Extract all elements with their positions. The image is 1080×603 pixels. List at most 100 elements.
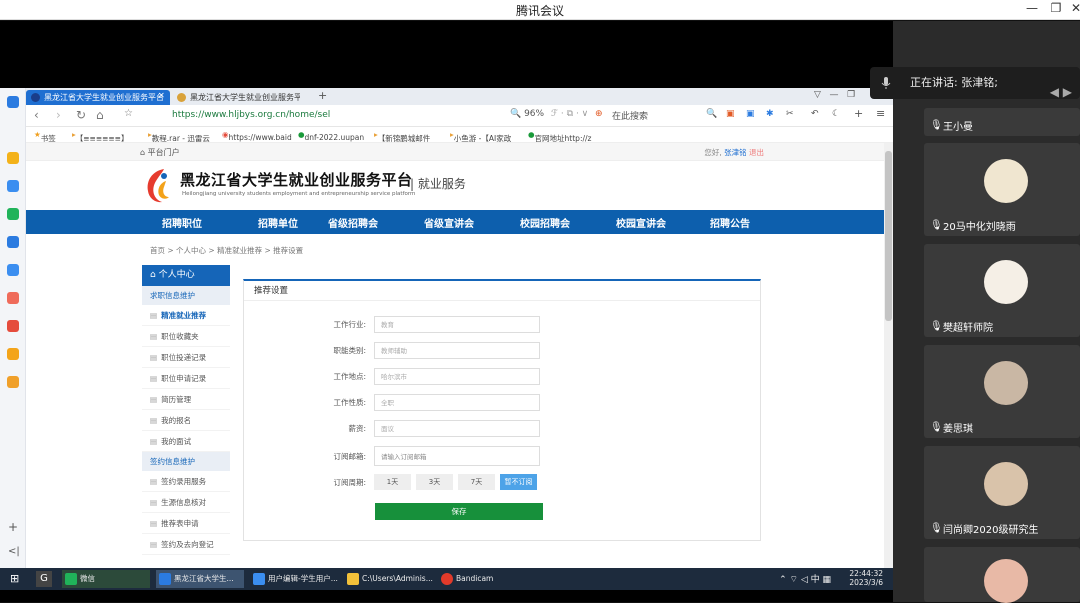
scroll-thumb[interactable] bbox=[885, 151, 892, 321]
translate-icon[interactable]: ▣ bbox=[746, 109, 755, 119]
pdf-icon[interactable] bbox=[7, 320, 19, 332]
bookmark-item[interactable]: ● 官网地址http://z bbox=[528, 130, 591, 143]
menu-item-deliveries[interactable]: 职位投递记录 bbox=[142, 347, 230, 368]
menu-section-job: 求职信息维护 bbox=[142, 286, 230, 305]
site-favicon-icon bbox=[177, 93, 186, 102]
folder-icon[interactable] bbox=[7, 152, 19, 164]
restore-icon[interactable]: ❐ bbox=[1046, 1, 1066, 15]
menu-item-recommend-form[interactable]: 推荐表申请 bbox=[142, 513, 230, 534]
car-icon[interactable] bbox=[7, 264, 19, 276]
arrows-icon[interactable]: ◀ ▶ bbox=[1050, 76, 1072, 108]
nav-employers[interactable]: 招聘单位 bbox=[258, 215, 298, 230]
participant-tile[interactable]: 🎙 樊超轩师院 bbox=[924, 244, 1080, 337]
menu-item-interviews[interactable]: 我的面试 bbox=[142, 431, 230, 452]
cycle-7day[interactable]: 7天 bbox=[458, 474, 495, 490]
menu-item-destination[interactable]: 签约及去向登记 bbox=[142, 534, 230, 555]
undo-icon[interactable]: ↶ bbox=[811, 109, 819, 119]
participant-tile[interactable] bbox=[924, 547, 1080, 603]
menu-item-resume[interactable]: 简历管理 bbox=[142, 389, 230, 410]
menu-item-source-check[interactable]: 生源信息核对 bbox=[142, 492, 230, 513]
close-tab-icon[interactable]: ✕ bbox=[158, 91, 165, 100]
menu-icon[interactable]: ≡ bbox=[876, 107, 885, 120]
nav-announcements[interactable]: 招聘公告 bbox=[710, 215, 750, 230]
box-icon[interactable] bbox=[7, 376, 19, 388]
username-link[interactable]: 张津铭 bbox=[724, 148, 747, 157]
new-tab-icon[interactable]: + bbox=[318, 89, 327, 102]
bookmark-item[interactable]: ◉ https://www.baid bbox=[222, 130, 292, 142]
search-input[interactable]: 在此搜索 bbox=[612, 109, 648, 122]
scissors-icon[interactable]: ✂ bbox=[786, 109, 794, 119]
cycle-3day[interactable]: 3天 bbox=[416, 474, 453, 490]
bookmark-item[interactable]: ▸ 【≡≡≡≡≡≡】 bbox=[72, 130, 128, 143]
back-icon[interactable]: ‹ bbox=[34, 108, 39, 122]
menu-item-recommend[interactable]: 精准就业推荐 bbox=[142, 305, 230, 326]
minimize-icon[interactable]: — bbox=[1022, 1, 1042, 15]
nav-provincial-fairs[interactable]: 省级招聘会 bbox=[328, 215, 378, 230]
salary-select[interactable]: 面议 bbox=[374, 419, 540, 437]
logout-link[interactable]: 退出 bbox=[749, 148, 764, 157]
tab-active[interactable]: 黑龙江省大学生就业创业服务平台 bbox=[26, 90, 170, 105]
taskbar-explorer[interactable]: C:\Users\Adminis... bbox=[344, 570, 433, 588]
taskbar-browser[interactable]: 黑龙江省大学生... bbox=[156, 570, 244, 588]
location-select[interactable]: 哈尔滨市 bbox=[374, 367, 540, 385]
taskbar-bandicam[interactable]: Bandicam bbox=[438, 570, 526, 588]
taskbar-wechat[interactable]: 微信 bbox=[62, 570, 150, 588]
address-tools-icon[interactable]: ℱ · ⧉ · ∨ bbox=[551, 109, 588, 119]
page-scrollbar[interactable] bbox=[884, 143, 893, 568]
menu-item-registrations[interactable]: 我的报名 bbox=[142, 410, 230, 431]
participant-tile[interactable]: 🎙 王小曼 bbox=[924, 108, 1080, 136]
search-icon[interactable]: 🔍 bbox=[706, 109, 717, 119]
forward-icon[interactable]: › bbox=[56, 108, 61, 122]
menu-item-contract-service[interactable]: 签约录用服务 bbox=[142, 471, 230, 492]
tab-second[interactable]: 黑龙江省大学生就业创业服务平台 bbox=[172, 90, 300, 105]
note-icon[interactable] bbox=[7, 348, 19, 360]
avatar bbox=[984, 159, 1028, 203]
nav-jobs[interactable]: 招聘职位 bbox=[162, 215, 202, 230]
browser-taskbar-icon[interactable]: G bbox=[36, 571, 52, 587]
zoom-level[interactable]: 🔍 96% bbox=[510, 109, 544, 119]
star-icon[interactable]: ☆ bbox=[124, 108, 133, 119]
browser-logo-icon[interactable] bbox=[7, 96, 19, 108]
app-icon[interactable] bbox=[7, 180, 19, 192]
taskbar-editor[interactable]: 用户编辑-学生用户... bbox=[250, 570, 338, 588]
mail-icon[interactable] bbox=[7, 292, 19, 304]
search-engine-icon[interactable]: ⊕ bbox=[595, 109, 603, 119]
bookmark-item[interactable]: ● dnf-2022.uupan bbox=[298, 130, 364, 142]
add-icon[interactable]: + bbox=[8, 520, 18, 534]
menu-item-favorites[interactable]: 职位收藏夹 bbox=[142, 326, 230, 347]
participant-tile[interactable]: 🎙 闫尚卿2020级研究生 bbox=[924, 446, 1080, 539]
participant-name: 🎙 樊超轩师院 bbox=[930, 321, 993, 334]
participant-tile[interactable]: 🎙 姜思琪 bbox=[924, 345, 1080, 438]
nav-provincial-talks[interactable]: 省级宣讲会 bbox=[424, 215, 474, 230]
nav-campus-fairs[interactable]: 校园招聘会 bbox=[520, 215, 570, 230]
bookmark-item[interactable]: ★ 书签 bbox=[34, 130, 56, 143]
industry-select[interactable]: 教育 bbox=[374, 315, 540, 333]
extension-icon[interactable]: ▣ bbox=[726, 109, 735, 119]
url-field[interactable]: https://www.hljbys.org.cn/home/sel bbox=[172, 110, 330, 120]
nature-select[interactable]: 全职 bbox=[374, 393, 540, 411]
bookmark-item[interactable]: ▸ 教程.rar - 迅雷云 bbox=[148, 130, 210, 143]
menu-item-applications[interactable]: 职位申请记录 bbox=[142, 368, 230, 389]
windows-start-icon[interactable]: ⊞ bbox=[10, 572, 19, 585]
system-tray[interactable]: ⌃ ⌔ ◁ 中 ▦ bbox=[779, 572, 831, 585]
home-icon[interactable]: ⌂ bbox=[96, 108, 104, 122]
tab-menu-icon[interactable]: ▽ — ❐ bbox=[814, 90, 855, 100]
game-icon[interactable] bbox=[7, 236, 19, 248]
plus-icon[interactable]: + bbox=[854, 107, 863, 120]
close-icon[interactable]: ✕ bbox=[1066, 1, 1080, 15]
email-input[interactable]: 请输入订阅邮箱 bbox=[374, 446, 540, 466]
collapse-icon[interactable]: <| bbox=[8, 546, 20, 557]
puzzle-icon[interactable]: ✱ bbox=[766, 109, 774, 119]
reload-icon[interactable]: ↻ bbox=[76, 108, 86, 122]
bookmark-item[interactable]: ▸ 【新锦鹏城邮件 bbox=[374, 130, 430, 143]
cycle-1day[interactable]: 1天 bbox=[374, 474, 411, 490]
bookmark-item[interactable]: ▸ 小鱼游 -【AI家政 bbox=[450, 130, 511, 143]
portal-link[interactable]: ⌂ 平台门户 bbox=[140, 147, 180, 158]
night-mode-icon[interactable]: ☾ bbox=[832, 109, 840, 119]
function-select[interactable]: 教师辅助 bbox=[374, 341, 540, 359]
cycle-none[interactable]: 暂不订阅 bbox=[500, 474, 537, 490]
save-button[interactable]: 保存 bbox=[375, 503, 543, 520]
wechat-icon[interactable] bbox=[7, 208, 19, 220]
nav-campus-talks[interactable]: 校园宣讲会 bbox=[616, 215, 666, 230]
participant-tile[interactable]: 🎙 20马中化刘晓雨 bbox=[924, 143, 1080, 236]
